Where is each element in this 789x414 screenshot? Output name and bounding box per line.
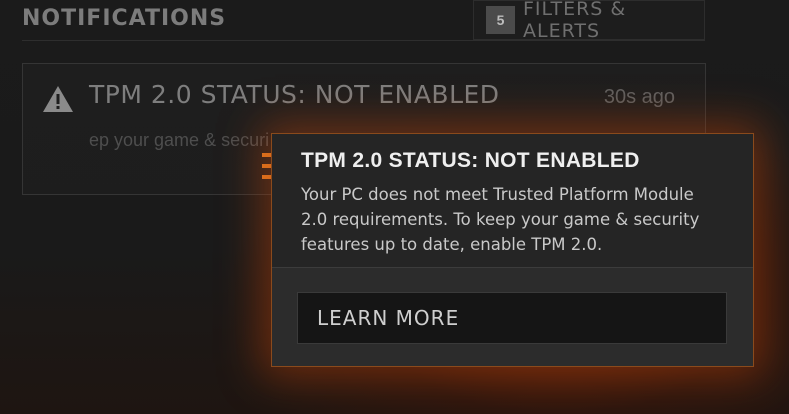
notification-timestamp: 30s ago: [603, 86, 675, 108]
popup-header: TPM 2.0 STATUS: NOT ENABLED Your PC does…: [272, 134, 753, 268]
learn-more-label: LEARN MORE: [317, 306, 460, 330]
learn-more-button[interactable]: LEARN MORE: [297, 292, 727, 344]
notification-detail-popup: TPM 2.0 STATUS: NOT ENABLED Your PC does…: [271, 133, 754, 367]
popup-actions: LEARN MORE: [272, 268, 753, 366]
filters-alerts-label: FILTERS & ALERTS: [522, 0, 627, 42]
page-title: NOTIFICATIONS: [22, 6, 227, 31]
notification-title: TPM 2.0 STATUS: NOT ENABLED: [89, 80, 500, 109]
popup-description: Your PC does not meet Trusted Platform M…: [301, 185, 700, 254]
filters-alerts-button[interactable]: 5 FILTERS & ALERTS: [473, 0, 705, 42]
notifications-header: NOTIFICATIONS 5 FILTERS & ALERTS: [22, 0, 705, 42]
notification-body-preview: ep your game & securit: [89, 130, 269, 150]
warning-icon: [43, 86, 73, 112]
filters-count-badge: 5: [486, 6, 515, 34]
popup-title: TPM 2.0 STATUS: NOT ENABLED: [301, 149, 640, 172]
